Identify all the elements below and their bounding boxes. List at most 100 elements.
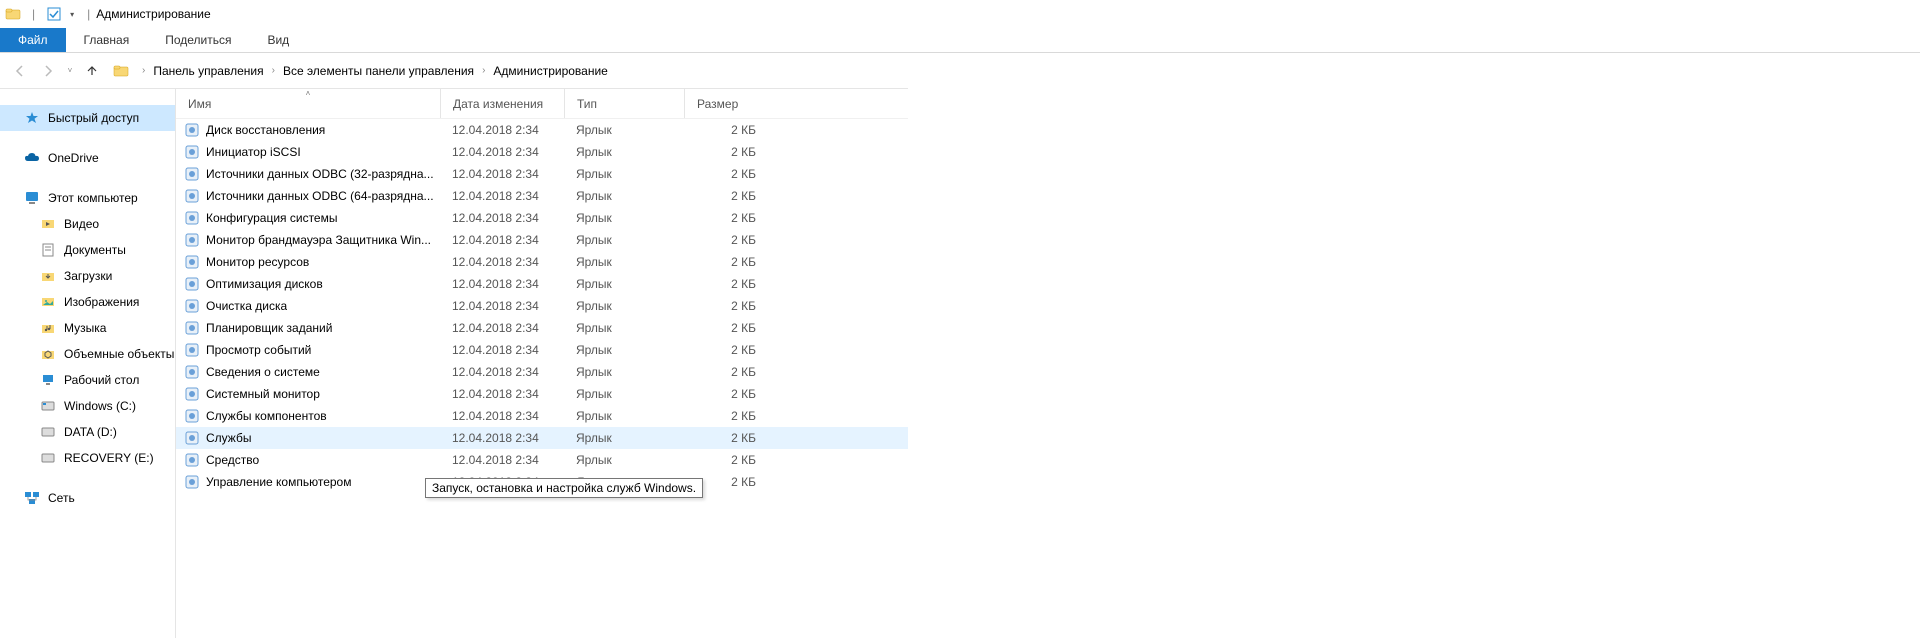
back-button[interactable]: [8, 59, 32, 83]
file-row[interactable]: Службы компонентов12.04.2018 2:34Ярлык2 …: [176, 405, 908, 427]
breadcrumb-item[interactable]: Администрирование: [491, 62, 609, 80]
shortcut-icon: [184, 276, 200, 292]
nav-pc-child[interactable]: Изображения: [0, 289, 175, 315]
file-type: Ярлык: [564, 211, 684, 225]
file-type: Ярлык: [564, 123, 684, 137]
checkbox-icon[interactable]: [45, 5, 63, 23]
nav-pc-child[interactable]: Объемные объекты: [0, 341, 175, 367]
dropdown-icon[interactable]: ▾: [67, 5, 77, 23]
file-date: 12.04.2018 2:34: [440, 409, 564, 423]
file-type: Ярлык: [564, 431, 684, 445]
file-row[interactable]: Оптимизация дисков12.04.2018 2:34Ярлык2 …: [176, 273, 908, 295]
file-row[interactable]: Системный монитор12.04.2018 2:34Ярлык2 К…: [176, 383, 908, 405]
column-label: Размер: [697, 97, 738, 111]
file-size: 2 КБ: [684, 387, 768, 401]
column-header-name[interactable]: Имя ˄: [176, 89, 440, 118]
breadcrumb-item[interactable]: Панель управления: [151, 62, 265, 80]
nav-network[interactable]: Сеть: [0, 485, 175, 511]
file-row[interactable]: Монитор брандмауэра Защитника Win...12.0…: [176, 229, 908, 251]
shortcut-icon: [184, 430, 200, 446]
up-button[interactable]: [80, 59, 104, 83]
file-name: Монитор брандмауэра Защитника Win...: [206, 233, 431, 247]
nav-label: Windows (C:): [64, 399, 136, 413]
file-name: Монитор ресурсов: [206, 255, 309, 269]
folder-icon: [4, 5, 22, 23]
column-headers: Имя ˄ Дата изменения Тип Размер: [176, 89, 908, 119]
nav-pc-child[interactable]: Рабочий стол: [0, 367, 175, 393]
nav-label: Рабочий стол: [64, 373, 139, 387]
file-row[interactable]: Службы12.04.2018 2:34Ярлык2 КБ: [176, 427, 908, 449]
shortcut-icon: [184, 144, 200, 160]
window-title: Администрирование: [96, 7, 210, 21]
file-date: 12.04.2018 2:34: [440, 431, 564, 445]
network-icon: [24, 490, 40, 506]
shortcut-icon: [184, 166, 200, 182]
file-date: 12.04.2018 2:34: [440, 453, 564, 467]
folder-icon: [40, 320, 56, 336]
file-type: Ярлык: [564, 321, 684, 335]
chevron-right-icon[interactable]: ›: [140, 65, 147, 76]
file-type: Ярлык: [564, 189, 684, 203]
nav-label: Быстрый доступ: [48, 111, 139, 125]
chevron-right-icon[interactable]: ›: [270, 65, 277, 76]
tab-share[interactable]: Поделиться: [147, 28, 249, 52]
file-row[interactable]: Источники данных ODBC (64-разрядна...12.…: [176, 185, 908, 207]
shortcut-icon: [184, 122, 200, 138]
folder-icon: [40, 242, 56, 258]
nav-pc-child[interactable]: Windows (C:): [0, 393, 175, 419]
file-type: Ярлык: [564, 409, 684, 423]
column-label: Дата изменения: [453, 97, 543, 111]
file-type: Ярлык: [564, 145, 684, 159]
ribbon-tabs: Файл Главная Поделиться Вид: [0, 28, 1920, 53]
nav-pc-child[interactable]: RECOVERY (E:): [0, 445, 175, 471]
nav-pc-child[interactable]: DATA (D:): [0, 419, 175, 445]
column-header-type[interactable]: Тип: [564, 89, 684, 118]
file-row[interactable]: Планировщик заданий12.04.2018 2:34Ярлык2…: [176, 317, 908, 339]
shortcut-icon: [184, 364, 200, 380]
file-size: 2 КБ: [684, 365, 768, 379]
breadcrumb[interactable]: › Панель управления › Все элементы панел…: [140, 62, 610, 80]
nav-quick-access[interactable]: Быстрый доступ: [0, 105, 175, 131]
file-name: Источники данных ODBC (64-разрядна...: [206, 189, 434, 203]
nav-this-pc[interactable]: Этот компьютер: [0, 185, 175, 211]
file-row[interactable]: Средство12.04.2018 2:34Ярлык2 КБ: [176, 449, 908, 471]
file-date: 12.04.2018 2:34: [440, 145, 564, 159]
file-row[interactable]: Диск восстановления12.04.2018 2:34Ярлык2…: [176, 119, 908, 141]
file-row[interactable]: Конфигурация системы12.04.2018 2:34Ярлык…: [176, 207, 908, 229]
column-label: Имя: [188, 97, 211, 111]
folder-icon: [40, 216, 56, 232]
file-row[interactable]: Источники данных ODBC (32-разрядна...12.…: [176, 163, 908, 185]
file-row[interactable]: Монитор ресурсов12.04.2018 2:34Ярлык2 КБ: [176, 251, 908, 273]
folder-icon: [40, 372, 56, 388]
column-header-size[interactable]: Размер: [684, 89, 768, 118]
file-row[interactable]: Очистка диска12.04.2018 2:34Ярлык2 КБ: [176, 295, 908, 317]
file-size: 2 КБ: [684, 431, 768, 445]
file-date: 12.04.2018 2:34: [440, 277, 564, 291]
nav-pc-child[interactable]: Документы: [0, 237, 175, 263]
file-type: Ярлык: [564, 365, 684, 379]
file-row[interactable]: Инициатор iSCSI12.04.2018 2:34Ярлык2 КБ: [176, 141, 908, 163]
file-row[interactable]: Сведения о системе12.04.2018 2:34Ярлык2 …: [176, 361, 908, 383]
recent-dropdown[interactable]: ˅: [64, 59, 76, 83]
file-date: 12.04.2018 2:34: [440, 211, 564, 225]
tab-home[interactable]: Главная: [66, 28, 148, 52]
tab-view[interactable]: Вид: [249, 28, 307, 52]
nav-pc-child[interactable]: Загрузки: [0, 263, 175, 289]
breadcrumb-item[interactable]: Все элементы панели управления: [281, 62, 476, 80]
nav-pc-child[interactable]: Видео: [0, 211, 175, 237]
file-type: Ярлык: [564, 233, 684, 247]
nav-label: OneDrive: [48, 151, 99, 165]
folder-icon: [40, 268, 56, 284]
tab-file[interactable]: Файл: [0, 28, 66, 52]
file-row[interactable]: Просмотр событий12.04.2018 2:34Ярлык2 КБ: [176, 339, 908, 361]
title-bar: | ▾ | Администрирование: [0, 0, 1920, 28]
navigation-pane: Быстрый доступ OneDrive Этот компьютер В…: [0, 89, 176, 638]
nav-pc-child[interactable]: Музыка: [0, 315, 175, 341]
column-header-date[interactable]: Дата изменения: [440, 89, 564, 118]
file-type: Ярлык: [564, 255, 684, 269]
chevron-right-icon[interactable]: ›: [480, 65, 487, 76]
column-label: Тип: [577, 97, 597, 111]
forward-button[interactable]: [36, 59, 60, 83]
nav-onedrive[interactable]: OneDrive: [0, 145, 175, 171]
folder-icon: [40, 424, 56, 440]
